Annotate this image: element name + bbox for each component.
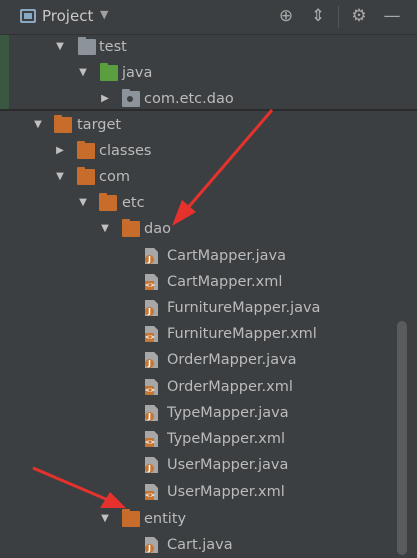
collapsed-arrow-icon[interactable]: ▶ bbox=[99, 86, 111, 112]
tree-node-file[interactable]: <> UserMapper.xml bbox=[0, 479, 417, 505]
collapse-all-icon[interactable]: ⇕ bbox=[307, 5, 329, 27]
hide-panel-icon[interactable]: — bbox=[381, 5, 403, 27]
tree-node-label: test bbox=[99, 39, 127, 55]
project-view-icon bbox=[20, 9, 36, 23]
tree-node-com[interactable]: ▼ com bbox=[0, 164, 417, 190]
folder-icon bbox=[78, 37, 96, 55]
folder-icon bbox=[77, 141, 95, 159]
expanded-arrow-icon[interactable]: ▼ bbox=[32, 112, 44, 138]
collapsed-arrow-icon[interactable]: ▶ bbox=[54, 138, 66, 164]
tree-node-target[interactable]: ▼ target bbox=[0, 112, 417, 138]
tree-node-label: UserMapper.java bbox=[167, 457, 289, 473]
tree-node-label: FurnitureMapper.xml bbox=[167, 326, 317, 342]
tree-node-label: TypeMapper.xml bbox=[167, 431, 286, 447]
tree-node-file[interactable]: J TypeMapper.java bbox=[0, 400, 417, 426]
tree-node-file[interactable]: <> FurnitureMapper.xml bbox=[0, 321, 417, 347]
tree-node-label: CartMapper.java bbox=[167, 248, 287, 264]
tree-node-etc[interactable]: ▼ etc bbox=[0, 190, 417, 216]
project-view-title[interactable]: Project bbox=[42, 7, 93, 25]
folder-icon bbox=[77, 167, 95, 185]
tree-node-label: CartMapper.xml bbox=[167, 274, 283, 290]
expanded-arrow-icon[interactable]: ▼ bbox=[99, 506, 111, 532]
tree-node-label: com.etc.dao bbox=[144, 91, 234, 107]
tree-node-label: Cart.java bbox=[167, 537, 233, 553]
expanded-arrow-icon[interactable]: ▼ bbox=[54, 34, 66, 60]
java-file-icon: J bbox=[145, 405, 158, 421]
settings-gear-icon[interactable]: ⚙ bbox=[348, 5, 370, 27]
tree-node-label: OrderMapper.java bbox=[167, 352, 297, 368]
tree-node-label: entity bbox=[144, 511, 187, 527]
tree-node-label: dao bbox=[144, 221, 171, 237]
tree-node-label: etc bbox=[122, 195, 145, 211]
tree-node-file[interactable]: <> OrderMapper.xml bbox=[0, 374, 417, 400]
xml-file-icon: <> bbox=[145, 326, 158, 342]
tree-node-file[interactable]: <> TypeMapper.xml bbox=[0, 426, 417, 452]
tree-node-label: UserMapper.xml bbox=[167, 484, 285, 500]
tree-node-label: classes bbox=[99, 143, 152, 159]
locate-target-icon[interactable]: ⊕ bbox=[275, 5, 297, 27]
tree-node-entity[interactable]: ▼ entity bbox=[0, 506, 417, 532]
folder-icon bbox=[99, 193, 117, 211]
java-file-icon: J bbox=[145, 457, 158, 473]
tree-node-file[interactable]: J OrderMapper.java bbox=[0, 347, 417, 373]
java-file-icon: J bbox=[145, 537, 158, 553]
tree-node-com-etc-dao[interactable]: ▶ com.etc.dao bbox=[0, 86, 417, 112]
tree-node-classes[interactable]: ▶ classes bbox=[0, 138, 417, 164]
tree-node-label: com bbox=[99, 169, 130, 185]
tree-node-label: TypeMapper.java bbox=[167, 405, 289, 421]
xml-file-icon: <> bbox=[145, 379, 158, 395]
java-file-icon: J bbox=[145, 300, 158, 316]
tree-node-test[interactable]: ▼ test bbox=[0, 34, 417, 60]
tree-node-label: target bbox=[77, 117, 122, 133]
folder-icon bbox=[54, 115, 72, 133]
java-file-icon: J bbox=[145, 352, 158, 368]
project-tool-window-header: Project ▼ ⊕ ⇕ ⚙ — bbox=[0, 0, 417, 35]
tree-node-label: java bbox=[122, 65, 153, 81]
tree-node-file[interactable]: J CartMapper.java bbox=[0, 243, 417, 269]
tree-node-java[interactable]: ▼ java bbox=[0, 60, 417, 86]
tree-node-file[interactable]: <> CartMapper.xml bbox=[0, 269, 417, 295]
expanded-arrow-icon[interactable]: ▼ bbox=[99, 216, 111, 242]
xml-file-icon: <> bbox=[145, 484, 158, 500]
folder-icon bbox=[122, 509, 140, 527]
tree-node-label: FurnitureMapper.java bbox=[167, 300, 321, 316]
tree-node-label: OrderMapper.xml bbox=[167, 379, 293, 395]
package-icon bbox=[122, 89, 140, 107]
expanded-arrow-icon[interactable]: ▼ bbox=[54, 164, 66, 190]
expanded-arrow-icon[interactable]: ▼ bbox=[77, 190, 89, 216]
tree-node-file[interactable]: J FurnitureMapper.java bbox=[0, 295, 417, 321]
tree-node-file[interactable]: J Cart.java bbox=[0, 532, 417, 558]
expanded-arrow-icon[interactable]: ▼ bbox=[77, 60, 89, 86]
xml-file-icon: <> bbox=[145, 431, 158, 447]
view-selector-dropdown-icon[interactable]: ▼ bbox=[100, 8, 108, 21]
tree-node-dao[interactable]: ▼ dao bbox=[0, 216, 417, 242]
xml-file-icon: <> bbox=[145, 274, 158, 290]
java-file-icon: J bbox=[145, 248, 158, 264]
folder-icon bbox=[122, 219, 140, 237]
tree-node-file[interactable]: J UserMapper.java bbox=[0, 452, 417, 478]
vertical-scrollbar[interactable] bbox=[397, 321, 407, 555]
source-folder-icon bbox=[100, 63, 118, 81]
toolbar-separator bbox=[338, 6, 339, 28]
